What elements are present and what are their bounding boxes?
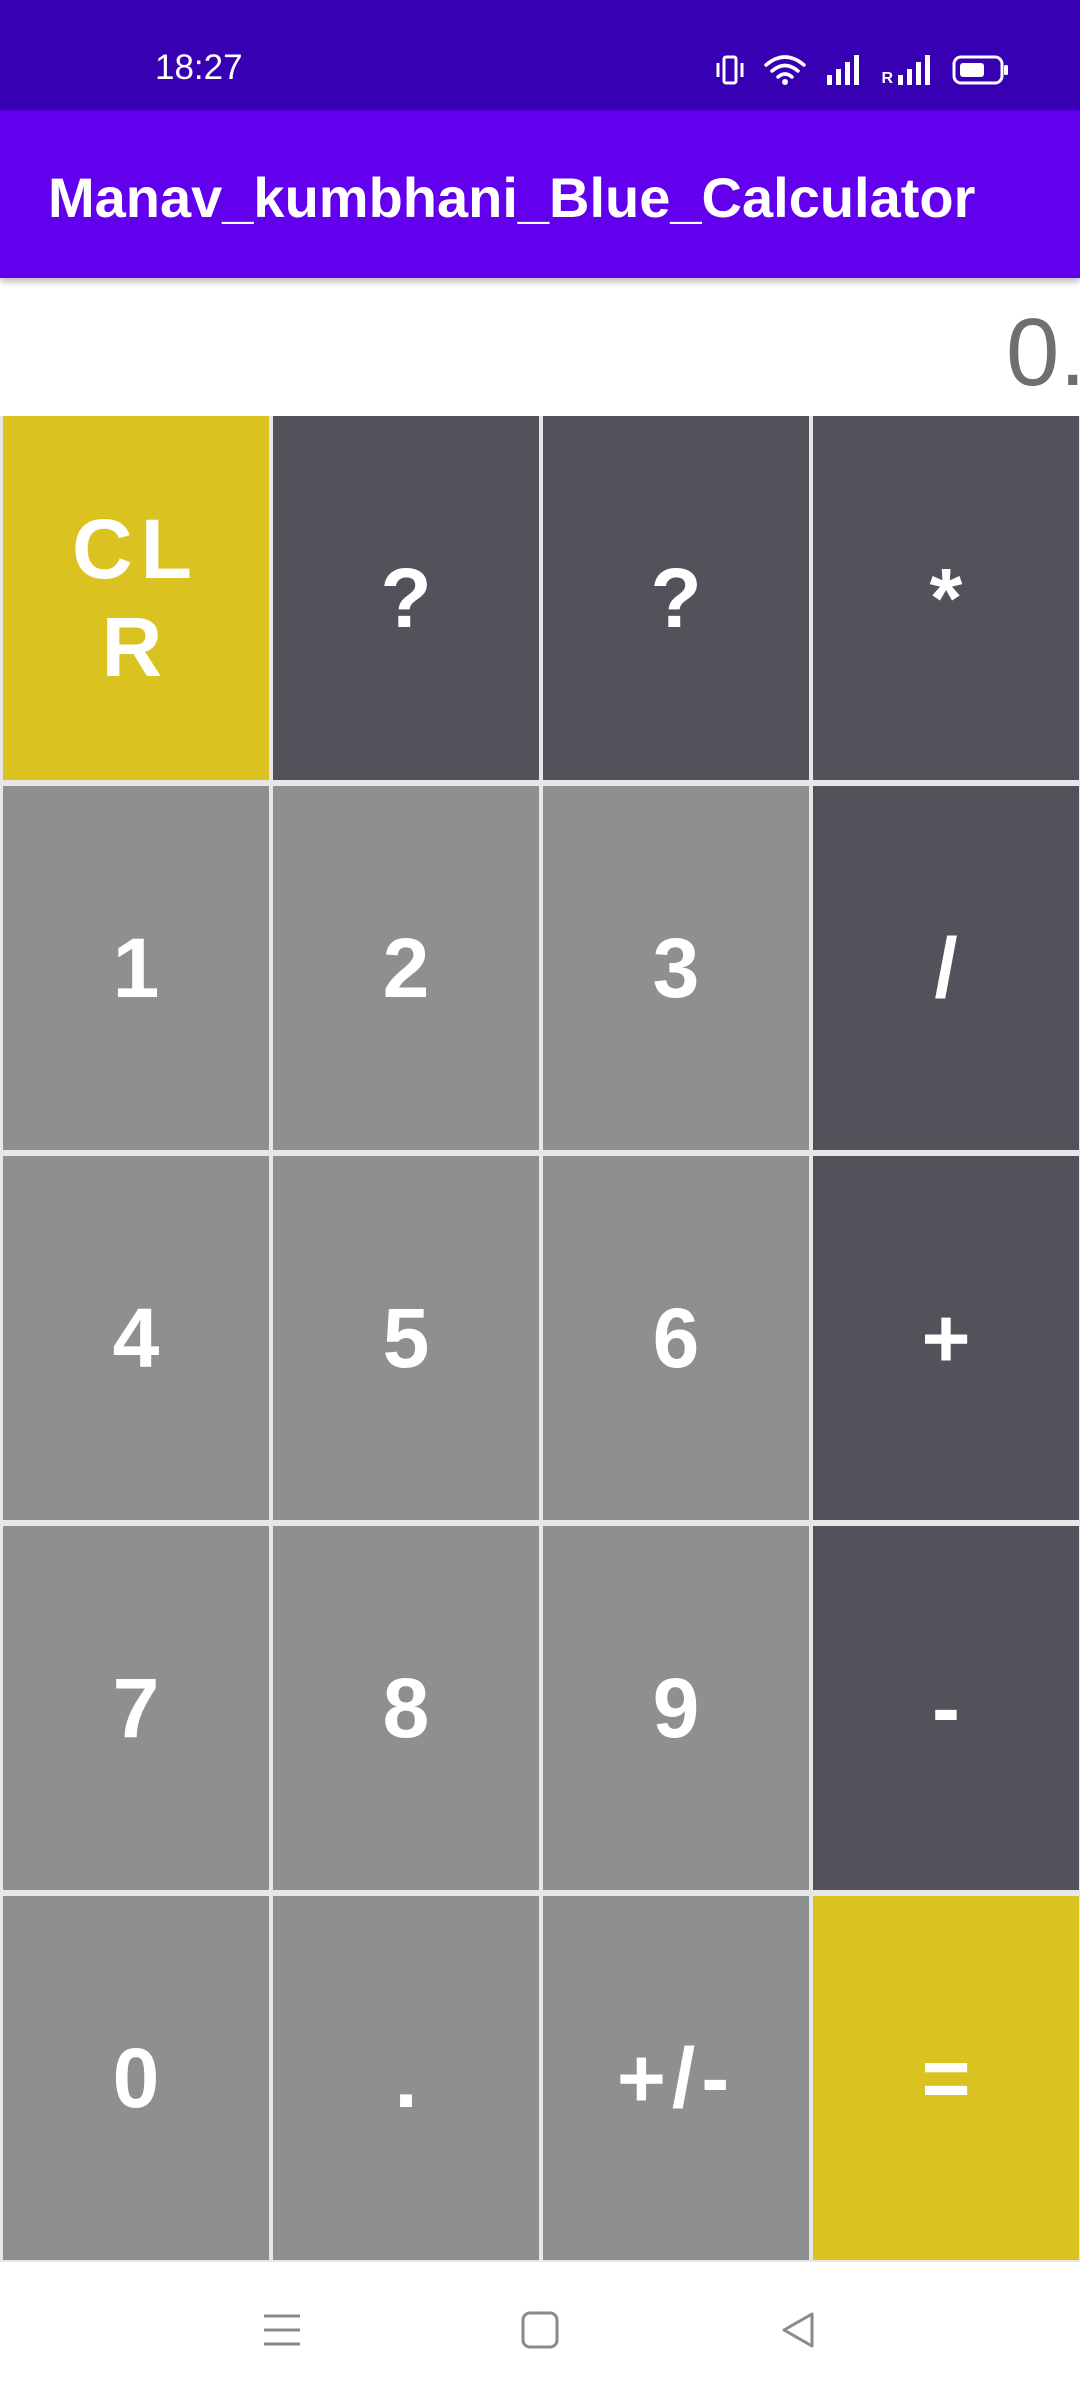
- decimal-point-button[interactable]: .: [273, 1896, 539, 2260]
- app-bar: Manav_kumbhani_Blue_Calculator: [0, 110, 1080, 278]
- display-value: 0.: [1005, 299, 1080, 406]
- digit-0-button[interactable]: 0: [3, 1896, 269, 2260]
- digit-5-button[interactable]: 5: [273, 1156, 539, 1520]
- back-icon: [778, 2310, 818, 2355]
- digit-4-button[interactable]: 4: [3, 1156, 269, 1520]
- toggle-sign-button[interactable]: +/-: [543, 1896, 809, 2260]
- unknown-op-button-2[interactable]: ?: [543, 416, 809, 780]
- menu-button[interactable]: [252, 2302, 312, 2362]
- calculator-display: 0.: [0, 278, 1080, 416]
- app-title: Manav_kumbhani_Blue_Calculator: [48, 166, 976, 229]
- digit-3-button[interactable]: 3: [543, 786, 809, 1150]
- home-button[interactable]: [510, 2302, 570, 2362]
- navigation-bar: [0, 2262, 1080, 2400]
- unknown-op-button-1[interactable]: ?: [273, 416, 539, 780]
- roaming-label: R: [881, 70, 893, 87]
- subtract-button[interactable]: -: [813, 1526, 1079, 1890]
- status-bar: 18:27 R: [0, 0, 1080, 110]
- back-button[interactable]: [768, 2302, 828, 2362]
- keypad: CLR ? ? * 1 2 3 / 4 5 6 + 7 8 9 - 0 . +/…: [0, 416, 1080, 2262]
- equals-button[interactable]: =: [813, 1896, 1079, 2260]
- add-button[interactable]: +: [813, 1156, 1079, 1520]
- divide-button[interactable]: /: [813, 786, 1079, 1150]
- vibrate-icon: [715, 53, 745, 87]
- status-time: 18:27: [155, 48, 243, 87]
- digit-9-button[interactable]: 9: [543, 1526, 809, 1890]
- clear-button[interactable]: CLR: [3, 416, 269, 780]
- digit-6-button[interactable]: 6: [543, 1156, 809, 1520]
- home-icon: [520, 2310, 560, 2355]
- digit-8-button[interactable]: 8: [273, 1526, 539, 1890]
- signal-icon: [825, 53, 863, 87]
- battery-icon: [952, 54, 1010, 86]
- wifi-icon: [763, 53, 807, 87]
- digit-1-button[interactable]: 1: [3, 786, 269, 1150]
- roaming-signal-icon: R: [881, 53, 934, 87]
- digit-2-button[interactable]: 2: [273, 786, 539, 1150]
- status-icons: R: [715, 50, 1010, 90]
- multiply-button[interactable]: *: [813, 416, 1079, 780]
- menu-icon: [262, 2312, 302, 2353]
- digit-7-button[interactable]: 7: [3, 1526, 269, 1890]
